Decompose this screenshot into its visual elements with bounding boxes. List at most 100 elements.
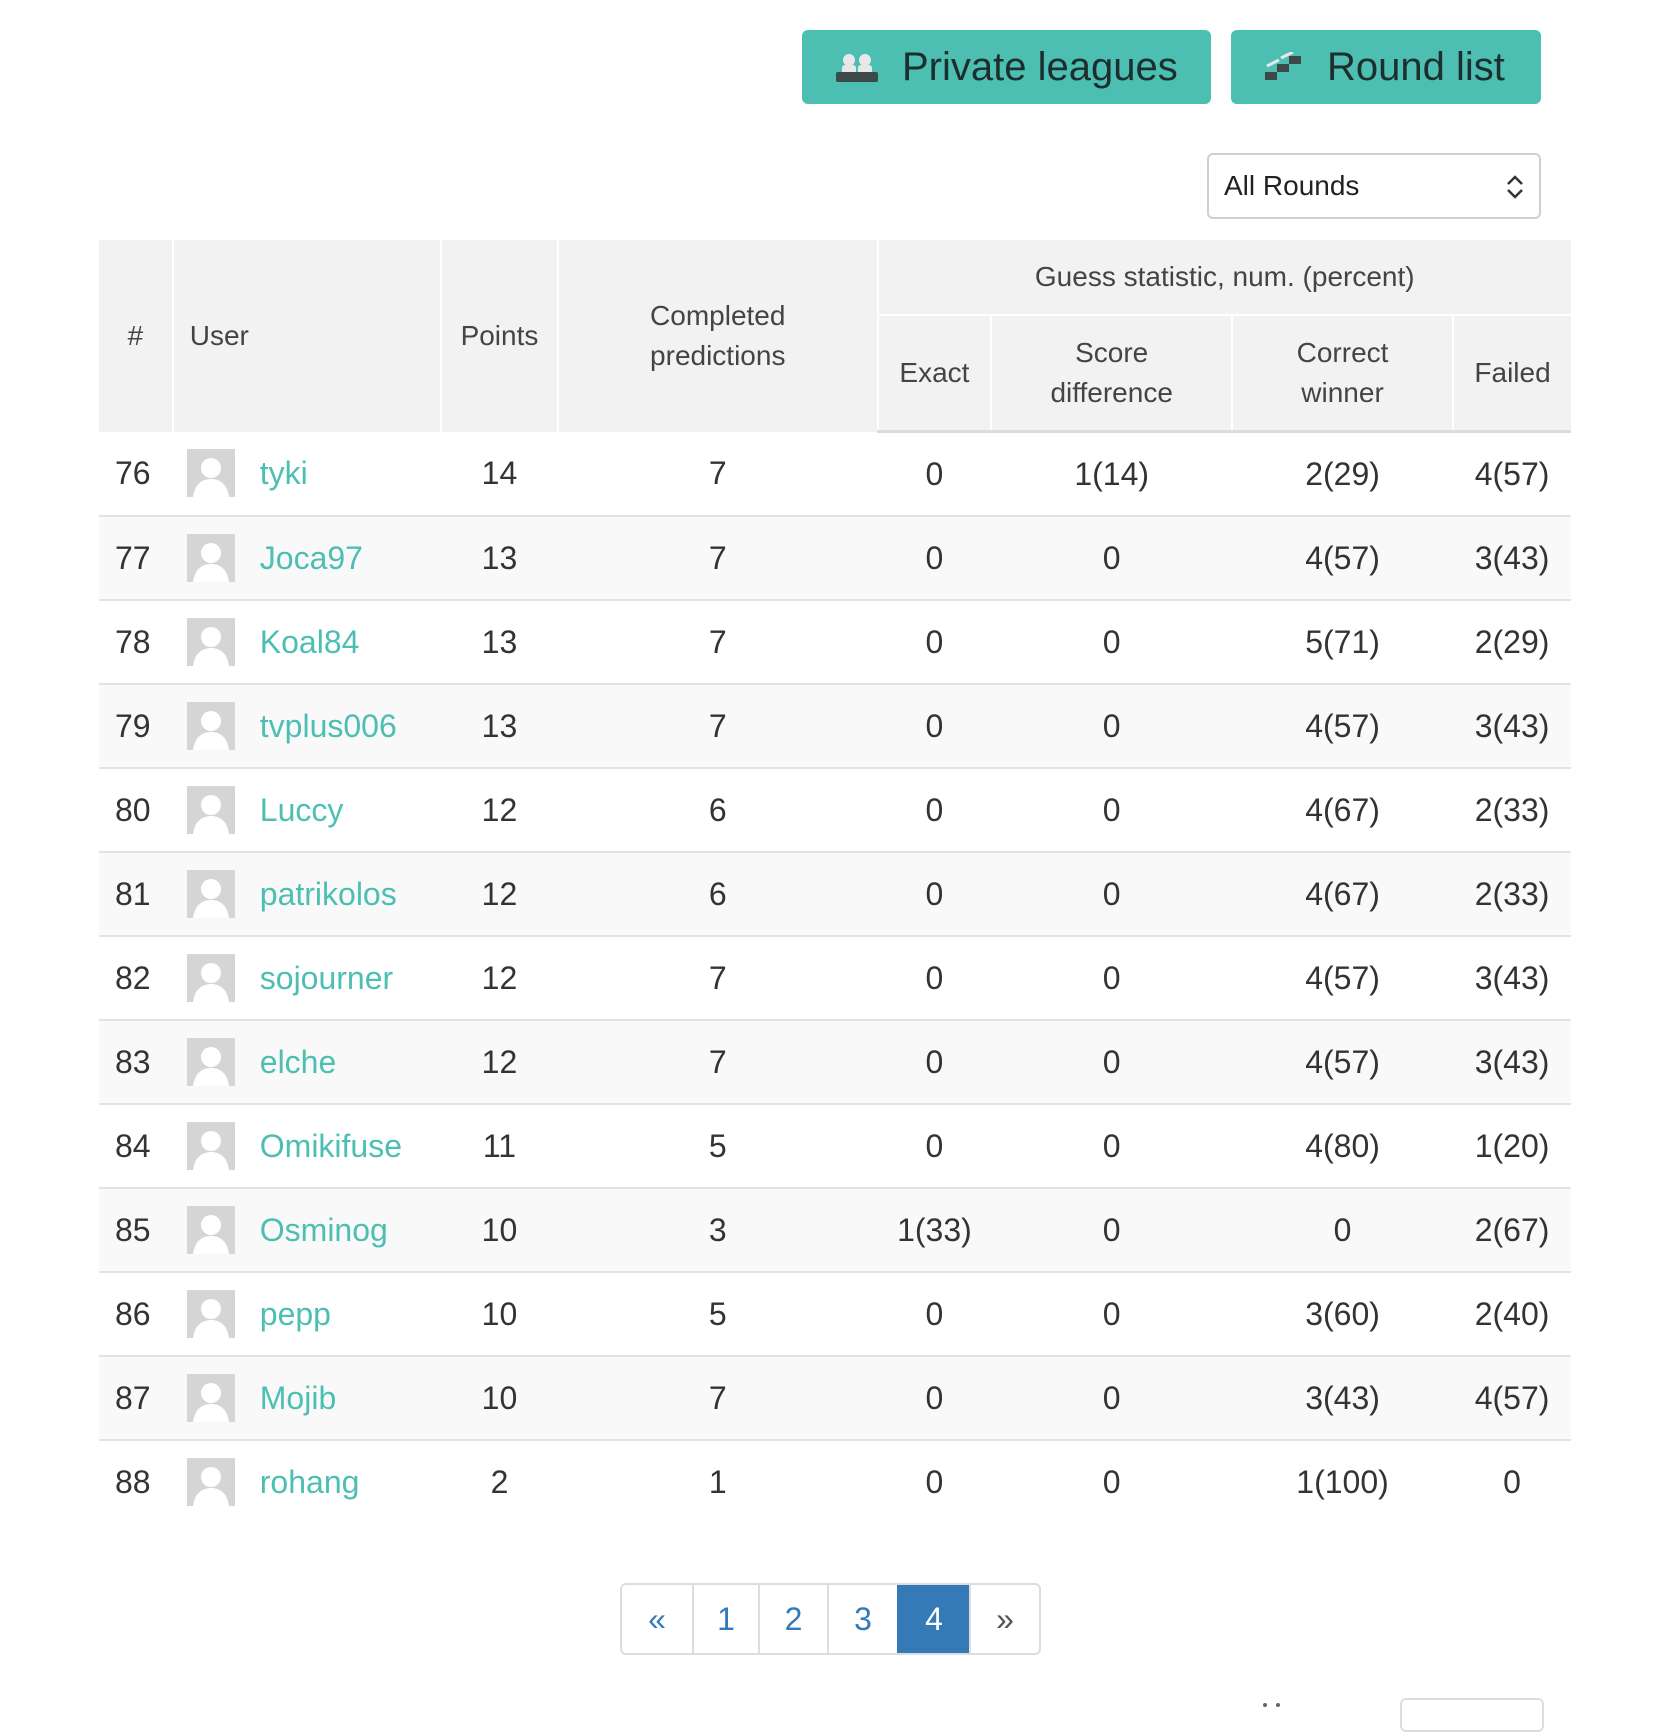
cell-correct-winner: 3(43) (1232, 1356, 1454, 1441)
cell-completed: 3 (558, 1188, 878, 1273)
user-link[interactable]: Joca97 (260, 540, 363, 576)
cell-rank: 77 (99, 516, 173, 601)
user-link[interactable]: tyki (260, 455, 308, 491)
private-leagues-button[interactable]: Private leagues (802, 30, 1211, 104)
header-user: User (172, 240, 442, 432)
clipped-footer-select[interactable] (1400, 1698, 1544, 1732)
user-link[interactable]: Omikifuse (260, 1128, 402, 1164)
cell-exact: 0 (877, 768, 992, 853)
cell-score-difference: 0 (991, 1356, 1232, 1441)
default-avatar-icon (186, 702, 235, 750)
pagination-page-4-active[interactable]: 4 (897, 1585, 969, 1653)
cell-user: sojourner (172, 936, 441, 1021)
clipped-intro-text (100, 0, 108, 4)
cell-rank: 85 (99, 1188, 173, 1273)
cell-failed: 2(67) (1453, 1188, 1571, 1273)
cell-rank: 81 (99, 852, 173, 937)
cell-rank: 86 (99, 1272, 173, 1357)
cell-correct-winner: 4(57) (1232, 1020, 1454, 1105)
cell-failed: 3(43) (1453, 684, 1571, 769)
cell-user: Luccy (172, 768, 441, 853)
header-correct-winner: Correct winner (1232, 314, 1455, 433)
table-row: 81 patrikolos 12 6 0 0 4(67) 2(33) (99, 852, 1571, 937)
user-link[interactable]: Koal84 (260, 624, 360, 660)
user-link[interactable]: Luccy (260, 792, 344, 828)
cell-completed: 7 (558, 1356, 878, 1441)
cell-score-difference: 0 (991, 600, 1232, 685)
pagination-page-3[interactable]: 3 (827, 1585, 897, 1653)
cell-points: 11 (440, 1104, 558, 1189)
user-link[interactable]: Osminog (260, 1212, 388, 1248)
cell-correct-winner: 4(57) (1232, 684, 1454, 769)
cell-exact: 0 (877, 516, 992, 601)
cell-score-difference: 0 (991, 1104, 1232, 1189)
cell-points: 2 (490, 1463, 509, 1500)
cell-rank: 83 (99, 1020, 173, 1105)
cell-failed: 2(40) (1453, 1272, 1571, 1357)
cell-exact: 0 (877, 852, 992, 937)
cell-completed: 1 (708, 1463, 727, 1500)
cell-user: tvplus006 (172, 684, 441, 769)
user-link[interactable]: Mojib (260, 1380, 336, 1416)
standings-table: # User Points Completed predictions Gues… (99, 240, 1571, 1523)
header-exact: Exact (877, 314, 993, 433)
default-avatar-icon (186, 870, 235, 918)
table-row: 87 Mojib 10 7 0 0 3(43) 4(57) (99, 1356, 1571, 1441)
cell-exact: 0 (877, 1272, 992, 1357)
round-list-button[interactable]: Round list (1231, 30, 1541, 104)
cell-rank: 82 (99, 936, 173, 1021)
user-link[interactable]: sojourner (260, 960, 393, 996)
user-link[interactable]: tvplus006 (260, 708, 397, 744)
table-header-row: # User Points Completed predictions Gues… (99, 240, 1571, 432)
user-link[interactable]: rohang (260, 1464, 360, 1500)
cell-score-difference: 0 (991, 1272, 1232, 1357)
pagination-prev[interactable]: « (622, 1585, 692, 1653)
default-avatar-icon (186, 1458, 235, 1506)
cell-correct-winner: 0 (1232, 1188, 1454, 1273)
default-avatar-icon (186, 1290, 235, 1338)
cell-exact: 0 (877, 684, 992, 769)
cell-completed: 5 (558, 1104, 878, 1189)
cell-exact: 0 (877, 1104, 992, 1189)
user-link[interactable]: pepp (260, 1296, 331, 1332)
cell-completed: 5 (558, 1272, 878, 1357)
table-row: 76 tyki 14 7 0 1(14) 2(29) 4(57) (99, 431, 1571, 517)
header-guess-statistic: Guess statistic, num. (percent) (877, 240, 1571, 315)
cell-correct-winner: 2(29) (1232, 431, 1454, 517)
pagination-next[interactable]: » (969, 1585, 1039, 1653)
pagination-page-2[interactable]: 2 (758, 1585, 827, 1653)
user-link[interactable]: patrikolos (260, 876, 397, 912)
default-avatar-icon (186, 786, 235, 834)
cell-points: 14 (440, 431, 558, 517)
cell-completed: 7 (558, 600, 878, 685)
cell-points: 10 (440, 1188, 558, 1273)
header-completed-predictions: Completed predictions (558, 240, 879, 432)
cell-completed: 7 (558, 1020, 878, 1105)
cell-rank: 79 (99, 684, 173, 769)
round-select-value: All Rounds (1224, 170, 1360, 201)
cell-user: pepp (172, 1272, 441, 1357)
cell-user: tyki (172, 431, 441, 517)
cell-user: elche (172, 1020, 441, 1105)
table-row: 78 Koal84 13 7 0 0 5(71) 2(29) (99, 600, 1571, 685)
table-row: 83 elche 12 7 0 0 4(57) 3(43) (99, 1020, 1571, 1105)
cell-user: Osminog (172, 1188, 441, 1273)
header-completed-text: Completed predictions (650, 299, 786, 371)
table-row: 79 tvplus006 13 7 0 0 4(57) 3(43) (99, 684, 1571, 769)
cell-correct-winner: 1(100) (1296, 1463, 1389, 1500)
cell-points: 10 (440, 1356, 558, 1441)
pagination: « 1 2 3 4 » (620, 1583, 1041, 1655)
cell-user: Mojib (172, 1356, 441, 1441)
pagination-page-1[interactable]: 1 (692, 1585, 758, 1653)
cell-failed: 4(57) (1453, 1356, 1571, 1441)
default-avatar-icon (186, 534, 235, 582)
user-link[interactable]: elche (260, 1044, 337, 1080)
cell-points: 12 (440, 936, 558, 1021)
cell-completed: 6 (558, 768, 878, 853)
cell-user: Omikifuse (172, 1104, 441, 1189)
table-row: 88 rohang 2 1 0 0 1(100) 0 (99, 1440, 1571, 1523)
round-select[interactable]: All Rounds (1207, 153, 1541, 219)
cell-correct-winner: 4(57) (1232, 936, 1454, 1021)
cell-exact: 1(33) (877, 1188, 992, 1273)
cell-score-difference: 1(14) (991, 431, 1232, 517)
